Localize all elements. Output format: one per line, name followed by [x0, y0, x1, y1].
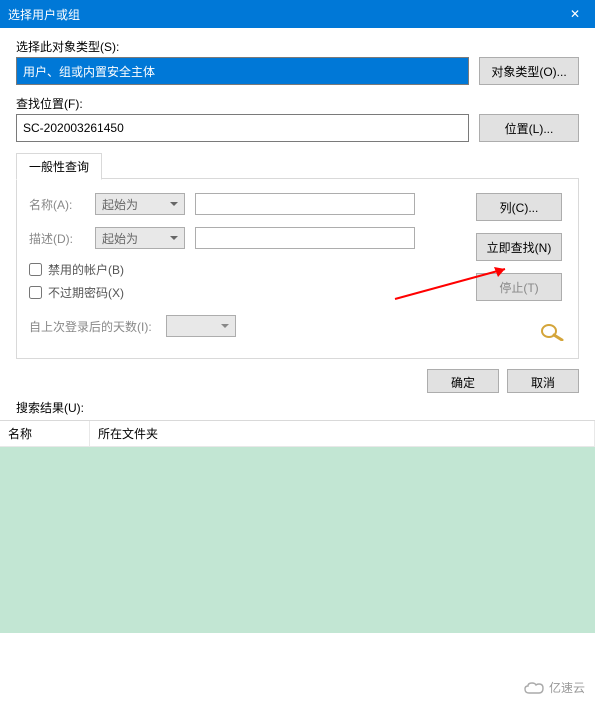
- locations-button[interactable]: 位置(L)...: [479, 114, 579, 142]
- column-folder[interactable]: 所在文件夹: [90, 421, 595, 446]
- query-panel: 名称(A): 起始为 描述(D): 起始为 禁用的帐户(B) 不过期密码(X): [16, 179, 579, 359]
- stop-button[interactable]: 停止(T): [476, 273, 562, 301]
- disabled-accounts-checkbox[interactable]: [29, 263, 42, 276]
- object-type-label: 选择此对象类型(S):: [16, 38, 579, 55]
- window-title: 选择用户或组: [8, 6, 587, 23]
- tab-header: 一般性查询: [16, 152, 579, 179]
- object-type-input[interactable]: [16, 57, 469, 85]
- search-icon: [476, 321, 566, 344]
- tab-general-query[interactable]: 一般性查询: [16, 153, 102, 180]
- name-mode-combo[interactable]: 起始为: [95, 193, 185, 215]
- description-label: 描述(D):: [29, 230, 85, 247]
- titlebar: 选择用户或组 ✕: [0, 0, 595, 28]
- close-icon: ✕: [570, 7, 580, 21]
- find-now-button[interactable]: 立即查找(N): [476, 233, 562, 261]
- description-mode-combo[interactable]: 起始为: [95, 227, 185, 249]
- results-header: 名称 所在文件夹: [0, 421, 595, 447]
- cancel-button[interactable]: 取消: [507, 369, 579, 393]
- results-table: 名称 所在文件夹: [0, 420, 595, 633]
- name-input[interactable]: [195, 193, 415, 215]
- column-name[interactable]: 名称: [0, 421, 90, 446]
- dialog-buttons: 确定 取消: [0, 359, 595, 399]
- results-body[interactable]: [0, 447, 595, 633]
- name-label: 名称(A):: [29, 196, 85, 213]
- search-results-label: 搜索结果(U):: [0, 399, 595, 420]
- dialog-content: 选择此对象类型(S): 对象类型(O)... 查找位置(F): 位置(L)...…: [0, 28, 595, 359]
- cloud-icon: [523, 680, 545, 696]
- disabled-accounts-label: 禁用的帐户(B): [48, 261, 124, 278]
- footer-logo: 亿速云: [523, 679, 585, 696]
- object-types-button[interactable]: 对象类型(O)...: [479, 57, 579, 85]
- close-button[interactable]: ✕: [555, 0, 595, 28]
- ok-button[interactable]: 确定: [427, 369, 499, 393]
- location-label: 查找位置(F):: [16, 95, 579, 112]
- description-input[interactable]: [195, 227, 415, 249]
- never-expire-password-checkbox[interactable]: [29, 286, 42, 299]
- columns-button[interactable]: 列(C)...: [476, 193, 562, 221]
- location-input[interactable]: [16, 114, 469, 142]
- never-expire-password-label: 不过期密码(X): [48, 284, 124, 301]
- days-since-login-label: 自上次登录后的天数(I):: [29, 318, 152, 335]
- days-since-login-combo[interactable]: [166, 315, 236, 337]
